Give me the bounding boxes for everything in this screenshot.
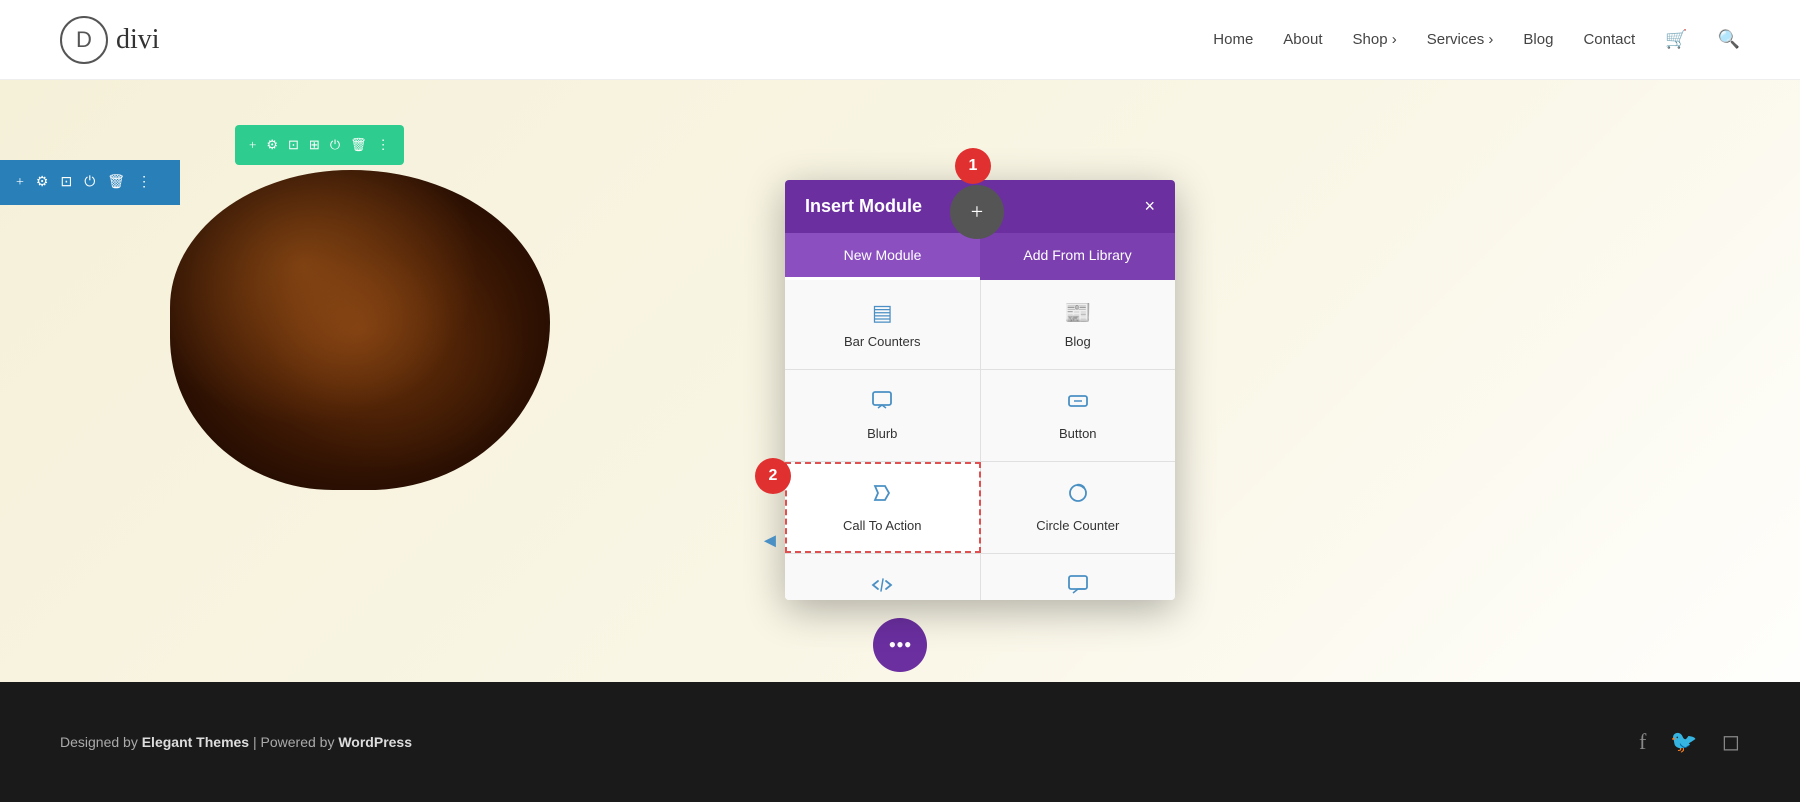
top-toolbar[interactable]: + ⚙ ⊡ ⏻ 🗑 ⋮ (0, 160, 180, 205)
nav-links: Home About Shop Services Blog Contact 🛒 … (1213, 29, 1740, 50)
search-icon[interactable]: 🔍 (1718, 29, 1740, 50)
call-to-action-icon (871, 482, 893, 510)
module-blog[interactable]: 📰 Blog (981, 280, 1176, 369)
cart-icon[interactable]: 🛒 (1665, 29, 1687, 50)
blog-icon: 📰 (1064, 300, 1091, 326)
bottom-dot-menu[interactable]: ••• (873, 618, 927, 672)
logo[interactable]: D divi (60, 16, 160, 64)
circle-counter-label: Circle Counter (1036, 518, 1119, 533)
modal-title: Insert Module (805, 196, 922, 217)
footer-middle: | Powered by (249, 734, 338, 750)
bread-texture (170, 170, 550, 490)
logo-icon: D (60, 16, 108, 64)
bread-image (170, 170, 550, 490)
modal-close-button[interactable]: × (1144, 196, 1155, 217)
bar-counters-label: Bar Counters (844, 334, 921, 349)
twitter-icon[interactable]: 🐦 (1670, 729, 1697, 755)
step-badge-1: 1 (955, 148, 991, 184)
toolbar-more-icon[interactable]: ⋮ (137, 174, 151, 191)
row-grid-icon[interactable]: ⊞ (309, 137, 320, 153)
code-icon (871, 574, 893, 600)
bar-counters-icon: ▤ (872, 300, 893, 326)
nav-shop[interactable]: Shop (1353, 31, 1397, 48)
row-settings-icon[interactable]: ⚙ (266, 137, 278, 153)
button-label: Button (1059, 426, 1097, 441)
module-button[interactable]: Button (981, 370, 1176, 461)
module-row-1: Call To Action Circle Counter (785, 462, 1175, 554)
button-icon (1067, 390, 1089, 418)
call-to-action-label: Call To Action (843, 518, 922, 533)
module-bar-counters[interactable]: ▤ Bar Counters (785, 280, 981, 369)
step-badge-2: 2 (755, 458, 791, 494)
module-circle-counter[interactable]: Circle Counter (981, 462, 1176, 553)
plus-icon: + (971, 199, 983, 225)
module-call-to-action[interactable]: Call To Action (785, 462, 981, 553)
nav-about[interactable]: About (1283, 31, 1322, 48)
toolbar-clone-icon[interactable]: ⊡ (60, 174, 72, 191)
toolbar-delete-icon[interactable]: 🗑 (107, 174, 125, 191)
module-comments[interactable]: Comments (981, 554, 1176, 600)
blurb-label: Blurb (867, 426, 897, 441)
footer-brand2: WordPress (338, 734, 412, 750)
row-toggle-icon[interactable]: ⏻ (330, 137, 340, 153)
footer-social: f 🐦 ◻ (1639, 729, 1740, 755)
blog-label: Blog (1065, 334, 1091, 349)
row-add-icon[interactable]: + (249, 137, 256, 153)
module-code[interactable]: Code (785, 554, 981, 600)
instagram-icon[interactable]: ◻ (1722, 729, 1740, 755)
add-module-button[interactable]: + (950, 185, 1004, 239)
footer: Designed by Elegant Themes | Powered by … (0, 682, 1800, 802)
footer-credit: Designed by Elegant Themes | Powered by … (60, 734, 412, 750)
navbar: D divi Home About Shop Services Blog Con… (0, 0, 1800, 80)
dot-icon: ••• (888, 632, 911, 658)
modal-tabs: New Module Add From Library (785, 233, 1175, 280)
module-blurb[interactable]: Blurb (785, 370, 981, 461)
module-list: ▤ Bar Counters 📰 Blog B (785, 280, 1175, 600)
nav-blog[interactable]: Blog (1523, 31, 1553, 48)
toolbar-settings-icon[interactable]: ⚙ (36, 174, 49, 191)
nav-home[interactable]: Home (1213, 31, 1253, 48)
module-row-partial: ▤ Bar Counters 📰 Blog (785, 280, 1175, 370)
logo-text: divi (116, 24, 160, 56)
module-row-0: Blurb Button (785, 370, 1175, 462)
tab-new-module[interactable]: New Module (785, 233, 980, 280)
row-delete-icon[interactable]: 🗑 (350, 137, 367, 153)
row-toolbar[interactable]: + ⚙ ⊡ ⊞ ⏻ 🗑 ⋮ (235, 125, 404, 165)
row-more-icon[interactable]: ⋮ (377, 137, 390, 153)
footer-prefix: Designed by (60, 734, 142, 750)
insert-module-modal: Insert Module × New Module Add From Libr… (785, 180, 1175, 600)
row-clone-icon[interactable]: ⊡ (288, 137, 299, 153)
left-arrow-indicator (760, 530, 784, 590)
nav-services[interactable]: Services (1427, 31, 1494, 48)
tab-add-from-library[interactable]: Add From Library (980, 233, 1175, 280)
main-area: + ⚙ ⊡ ⏻ 🗑 ⋮ + ⚙ ⊡ ⊞ ⏻ 🗑 ⋮ Designed by El… (0, 80, 1800, 802)
facebook-icon[interactable]: f (1639, 729, 1646, 755)
toolbar-add-icon[interactable]: + (16, 175, 24, 191)
blurb-icon (871, 390, 893, 418)
circle-counter-icon (1067, 482, 1089, 510)
comments-icon (1067, 574, 1089, 600)
toolbar-toggle-icon[interactable]: ⏻ (84, 175, 95, 191)
footer-brand1: Elegant Themes (142, 734, 249, 750)
module-row-2: Code Comments (785, 554, 1175, 600)
nav-contact[interactable]: Contact (1583, 31, 1635, 48)
